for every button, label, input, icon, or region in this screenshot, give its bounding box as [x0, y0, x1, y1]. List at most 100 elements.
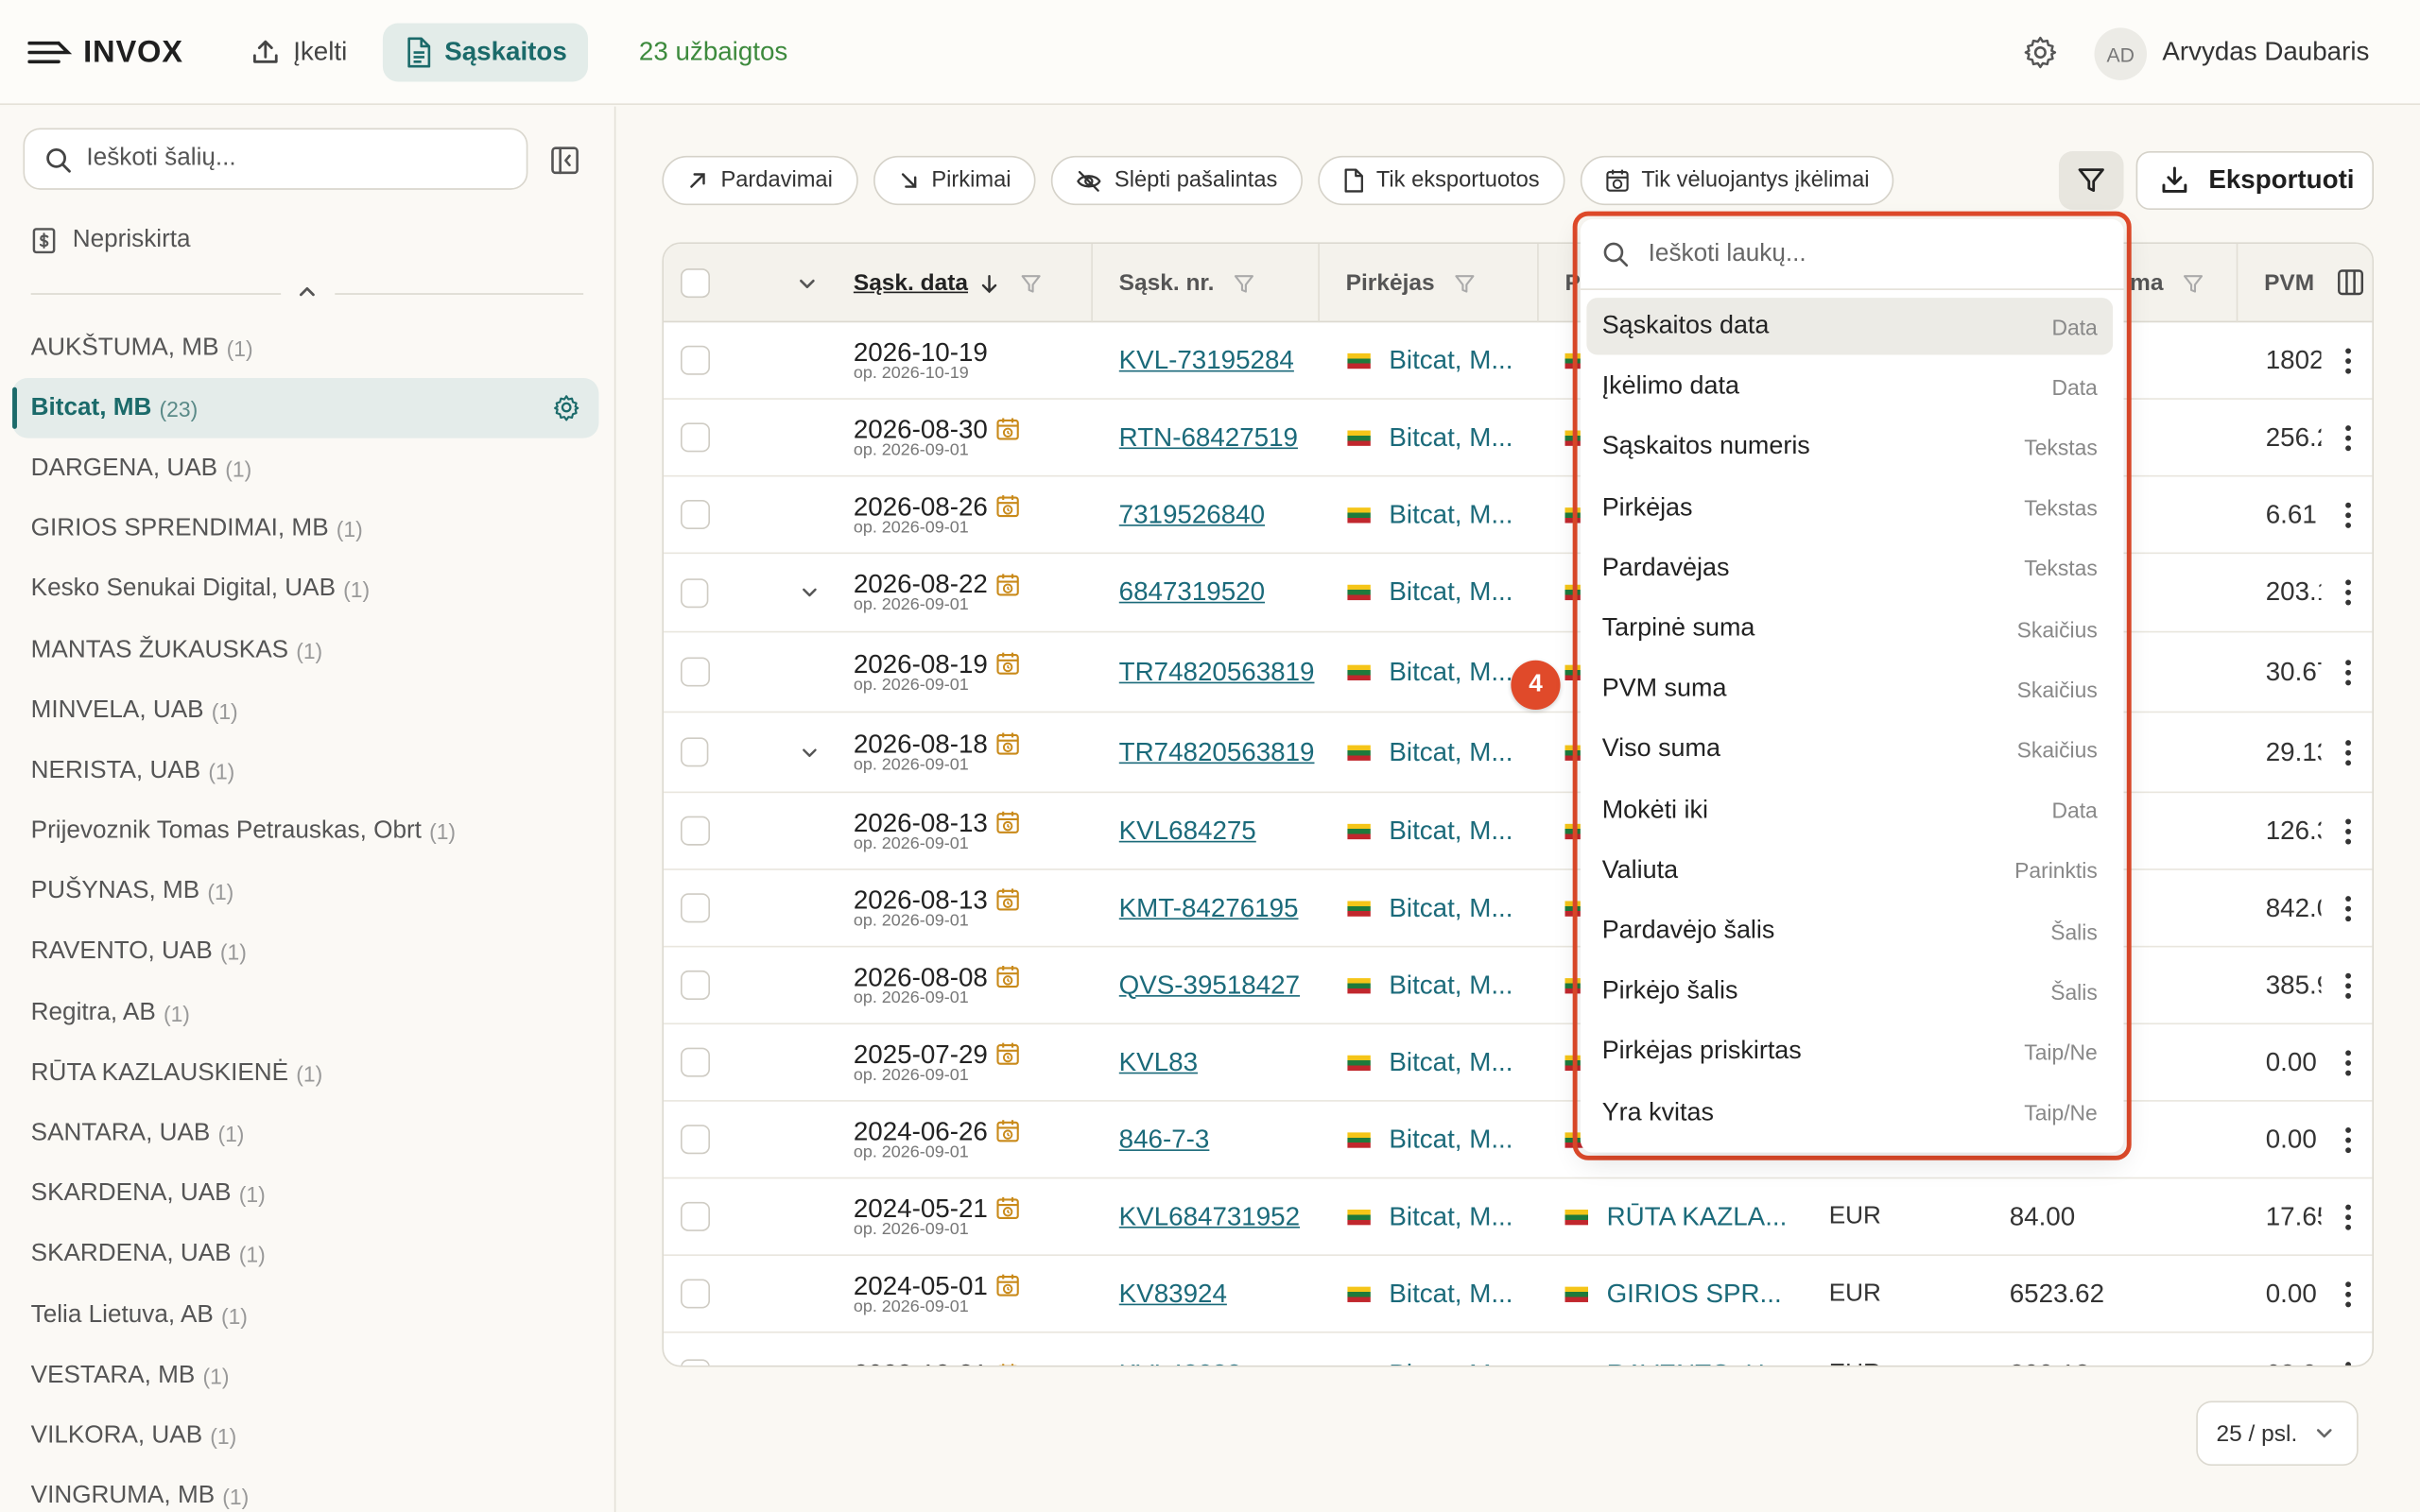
party-item[interactable]: PUŠYNAS, MB (1) — [12, 862, 598, 922]
party-item[interactable]: MINVELA, UAB (1) — [12, 680, 598, 741]
kebab-menu-icon[interactable] — [2343, 894, 2351, 921]
invoice-number-link[interactable]: RTN-68427519 — [1119, 422, 1298, 454]
kebab-menu-icon[interactable] — [2343, 423, 2351, 451]
kebab-menu-icon[interactable] — [2343, 658, 2351, 685]
party-item[interactable]: Kesko Senukai Digital, UAB (1) — [12, 559, 598, 620]
party-item[interactable]: Bitcat, MB (23) — [12, 378, 599, 439]
kebab-menu-icon[interactable] — [2343, 578, 2351, 606]
kebab-menu-icon[interactable] — [2343, 1203, 2351, 1230]
header-total[interactable]: ma — [2115, 243, 2238, 323]
column-filter-icon[interactable] — [1021, 272, 1043, 294]
kebab-menu-icon[interactable] — [2343, 1048, 2351, 1075]
invoice-number-link[interactable]: KVL684275 — [1119, 816, 1256, 847]
table-row[interactable]: 2024-05-21 op. 2026-09-01 KVL684731952 Bitc… — [664, 1178, 2373, 1256]
buyer-name[interactable]: Bitcat, M... — [1389, 345, 1512, 376]
buyer-name[interactable]: Bitcat, M... — [1389, 737, 1512, 768]
row-checkbox[interactable] — [680, 970, 711, 1000]
column-filter-icon[interactable] — [1233, 272, 1254, 294]
field-option[interactable]: Pardavėjo šalis Šalis — [1586, 902, 2113, 959]
kebab-menu-icon[interactable] — [2343, 1125, 2351, 1153]
row-checkbox[interactable] — [680, 657, 711, 687]
buyer-name[interactable]: Bitcat, M... — [1389, 1359, 1512, 1366]
buyer-name[interactable]: Bitcat, M... — [1389, 970, 1512, 1001]
nav-upload-button[interactable]: Įkelti — [229, 23, 370, 81]
row-checkbox[interactable] — [680, 345, 711, 375]
settings-gear-icon[interactable] — [2022, 34, 2059, 71]
table-row[interactable]: 2024-05-01 op. 2026-09-01 KV83924 Bitcat, M… — [664, 1256, 2373, 1333]
seller-name[interactable]: RŪTA KAZLA... — [1607, 1201, 1788, 1232]
buyer-name[interactable]: Bitcat, M... — [1389, 1047, 1512, 1078]
row-checkbox[interactable] — [680, 1047, 711, 1077]
party-item[interactable]: GIRIOS SPRENDIMAI, MB (1) — [12, 499, 598, 559]
party-item[interactable]: SKARDENA, UAB (1) — [12, 1225, 598, 1285]
party-item[interactable]: RAVENTO, UAB (1) — [12, 922, 598, 983]
row-checkbox[interactable] — [680, 1359, 711, 1366]
row-checkbox[interactable] — [680, 1201, 711, 1231]
table-row[interactable]: 2023-12-31 KVL48288 Bitcat, M... RAVENTO, U… — [664, 1333, 2372, 1366]
column-filter-icon[interactable] — [1453, 272, 1475, 294]
kebab-menu-icon[interactable] — [2343, 1360, 2351, 1366]
invoice-number-link[interactable]: TR74820563819 — [1119, 737, 1315, 768]
party-item[interactable]: SANTARA, UAB (1) — [12, 1104, 598, 1164]
header-number[interactable]: Sąsk. nr. — [1093, 243, 1320, 323]
party-item[interactable]: Telia Lietuva, AB (1) — [12, 1285, 598, 1346]
logo[interactable]: INVOX — [27, 31, 182, 75]
party-item[interactable]: Regitra, AB (1) — [12, 983, 598, 1043]
field-option[interactable]: PVM suma Skaičius — [1586, 661, 2113, 717]
chevron-up-icon[interactable] — [296, 281, 318, 302]
field-option[interactable]: Pardavėjas Tekstas — [1586, 540, 2113, 596]
completed-count-link[interactable]: 23 užbaigtos — [617, 23, 809, 81]
collapse-sidebar-icon[interactable] — [549, 145, 580, 176]
buyer-name[interactable]: Bitcat, M... — [1389, 499, 1512, 530]
party-item[interactable]: SKARDENA, UAB (1) — [12, 1164, 598, 1225]
field-option[interactable]: Sąskaitos data Data — [1586, 298, 2114, 355]
buyer-name[interactable]: Bitcat, M... — [1389, 1279, 1512, 1310]
invoice-number-link[interactable]: KVL684731952 — [1119, 1201, 1300, 1232]
filter-exported-chip[interactable]: Tik eksportuotos — [1317, 155, 1564, 206]
field-option[interactable]: Mokėti iki Data — [1586, 782, 2113, 838]
invoice-number-link[interactable]: TR74820563819 — [1119, 657, 1315, 688]
field-search-input[interactable]: Ieškoti laukų... — [1580, 219, 2124, 290]
filter-purchases-chip[interactable]: Pirkimai — [873, 155, 1036, 206]
field-option[interactable]: Yra kvitas Taip/Ne — [1586, 1084, 2113, 1141]
party-item[interactable]: DARGENA, UAB (1) — [12, 438, 598, 499]
party-item[interactable]: VESTARA, MB (1) — [12, 1346, 598, 1406]
per-page-select[interactable]: 25 / psl. — [2196, 1400, 2359, 1467]
column-filter-icon[interactable] — [2182, 272, 2204, 294]
buyer-name[interactable]: Bitcat, M... — [1389, 1201, 1512, 1232]
party-item[interactable]: Prijevoznik Tomas Petrauskas, Obrt (1) — [12, 801, 598, 862]
expand-chevron-icon[interactable] — [800, 741, 820, 763]
nav-invoices-button[interactable]: Sąskaitos — [382, 23, 589, 82]
chevron-down-icon[interactable] — [796, 272, 818, 294]
field-option[interactable]: Įkėlimo data Data — [1586, 358, 2113, 415]
row-checkbox[interactable] — [680, 816, 711, 846]
export-button[interactable]: Eksportuoti — [2135, 150, 2375, 211]
field-option[interactable]: Tarpinė suma Skaičius — [1586, 600, 2113, 657]
row-checkbox[interactable] — [680, 893, 711, 923]
field-option[interactable]: Pirkėjas Tekstas — [1586, 479, 2113, 536]
buyer-name[interactable]: Bitcat, M... — [1389, 1124, 1512, 1155]
filter-late-chip[interactable]: Tik vėluojantys įkėlimai — [1580, 155, 1894, 206]
buyer-name[interactable]: Bitcat, M... — [1389, 657, 1512, 688]
kebab-menu-icon[interactable] — [2343, 501, 2351, 528]
invoice-number-link[interactable]: KVL83 — [1119, 1047, 1198, 1078]
invoice-number-link[interactable]: KVL-73195284 — [1119, 345, 1294, 376]
invoice-number-link[interactable]: KMT-84276195 — [1119, 892, 1299, 923]
invoice-number-link[interactable]: 846-7-3 — [1119, 1124, 1210, 1155]
party-item[interactable]: VINGRUMA, MB (1) — [12, 1467, 598, 1512]
invoice-number-link[interactable]: 6847319520 — [1119, 577, 1265, 609]
buyer-name[interactable]: Bitcat, M... — [1389, 892, 1512, 923]
kebab-menu-icon[interactable] — [2343, 971, 2351, 999]
header-buyer[interactable]: Pirkėjas — [1320, 243, 1539, 323]
party-item[interactable]: MANTAS ŽUKAUSKAS (1) — [12, 620, 598, 680]
filter-sales-chip[interactable]: Pardavimai — [662, 155, 857, 206]
header-vat[interactable]: PVM — [2238, 244, 2333, 322]
user-name[interactable]: Arvydas Daubaris — [2162, 37, 2369, 68]
filter-hide-removed-chip[interactable]: Slėpti pašalintas — [1050, 155, 1303, 206]
row-checkbox[interactable] — [680, 1125, 711, 1155]
select-all-checkbox[interactable] — [680, 268, 711, 299]
user-avatar[interactable]: AD — [2094, 27, 2148, 80]
row-checkbox[interactable] — [680, 737, 709, 767]
buyer-name[interactable]: Bitcat, M... — [1389, 816, 1512, 847]
field-option[interactable]: Sąskaitos numeris Tekstas — [1586, 419, 2113, 475]
